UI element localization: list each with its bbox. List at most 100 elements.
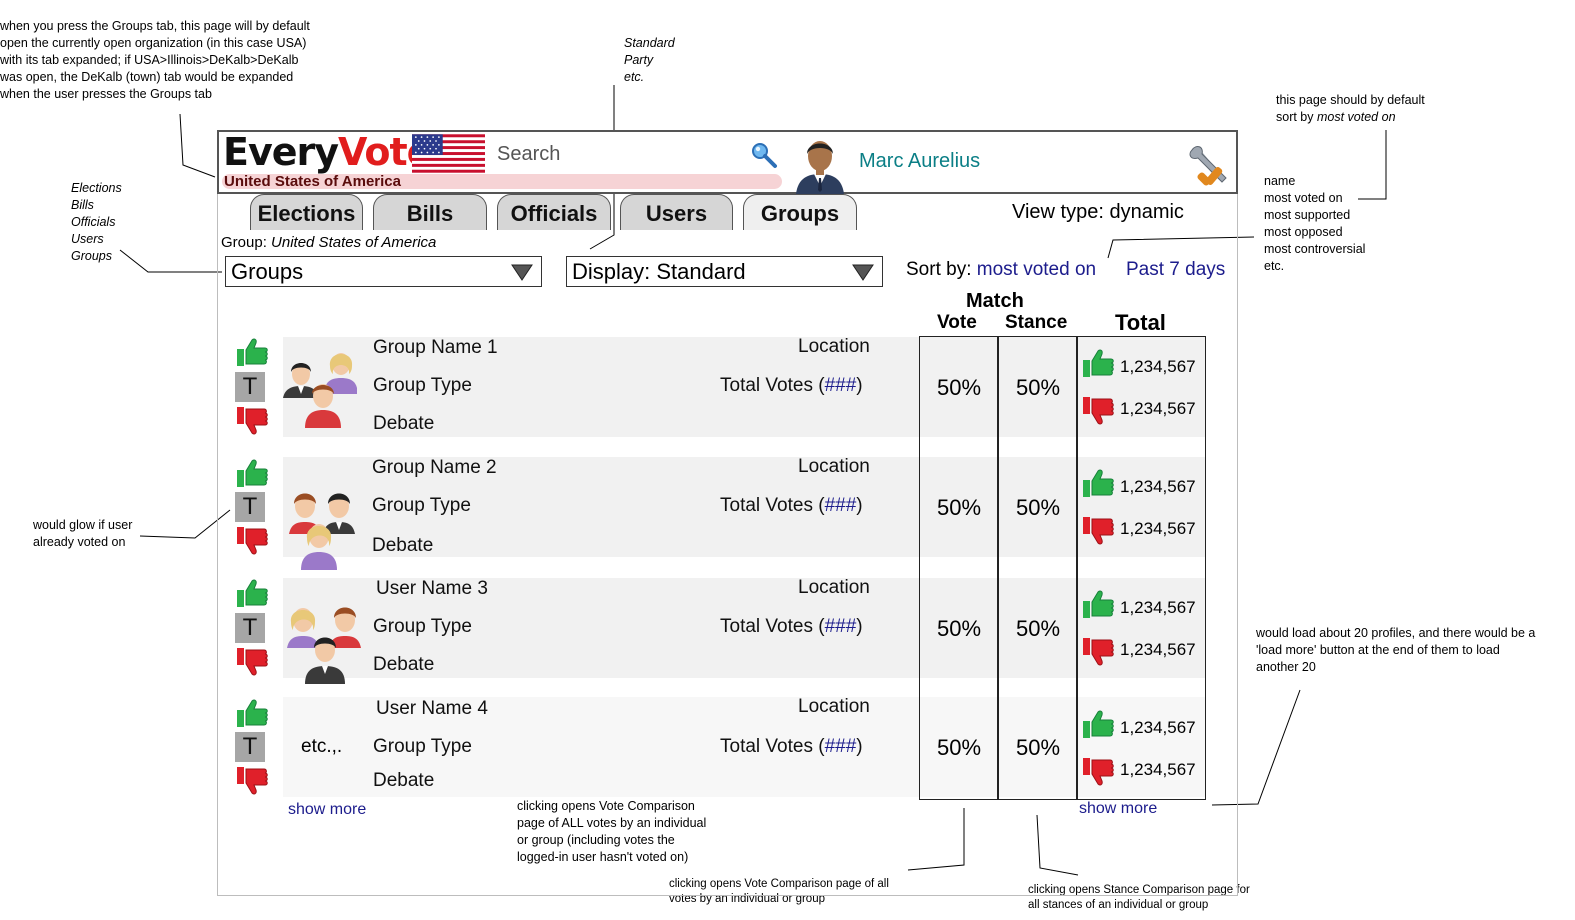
- group-type: Group Type: [372, 495, 471, 516]
- column-divider: [1076, 336, 1078, 800]
- group-avatar-image[interactable]: [283, 342, 359, 428]
- sort-by-select[interactable]: most voted on: [977, 259, 1096, 280]
- total-votes-label: Total Votes (: [720, 616, 825, 637]
- settings-tools-icon[interactable]: [1186, 142, 1232, 188]
- group-type: Group Type: [373, 616, 472, 637]
- thumbs-down-icon[interactable]: [235, 766, 269, 796]
- thumbs-down-icon[interactable]: [235, 647, 269, 677]
- tab-elections[interactable]: Elections: [250, 194, 363, 230]
- total-votes-link[interactable]: ###: [825, 375, 857, 396]
- note-line: would load about 20 profiles, and there …: [1256, 626, 1536, 640]
- thumbs-up-icon[interactable]: [235, 458, 269, 488]
- note-line: already voted on: [33, 535, 126, 549]
- groups-tab-note: when you press the Groups tab, this page…: [0, 18, 310, 103]
- logo-every: Every: [223, 130, 339, 174]
- stance-column-header[interactable]: Stance: [1005, 312, 1067, 334]
- tie-vote-button[interactable]: T: [235, 732, 265, 762]
- group-avatar-image[interactable]: [287, 598, 363, 684]
- everyvote-logo[interactable]: EveryVote: [223, 130, 432, 174]
- tab-users[interactable]: Users: [620, 194, 733, 230]
- tab-officials[interactable]: Officials: [497, 194, 611, 230]
- time-range-select[interactable]: Past 7 days: [1126, 259, 1225, 281]
- note-line: another 20: [1256, 660, 1316, 674]
- total-votes-link[interactable]: ###: [825, 616, 857, 637]
- display-select-value: Display: Standard: [572, 259, 746, 284]
- location-label: Location: [798, 456, 870, 477]
- note-line: Standard: [624, 36, 675, 50]
- total-votes-close: ): [856, 736, 863, 757]
- show-more-link[interactable]: show more: [1079, 800, 1157, 818]
- group-name-link[interactable]: Group Name 2: [372, 457, 497, 479]
- note-line: 'load more' button at the end of them to…: [1256, 643, 1500, 657]
- note-line: when the user presses the Groups tab: [0, 87, 212, 101]
- group-value[interactable]: United States of America: [271, 234, 436, 251]
- total-votes-label: Total Votes (: [720, 495, 825, 516]
- thumbs-up-icon[interactable]: [235, 698, 269, 728]
- thumbs-down-icon: [1083, 638, 1114, 666]
- group-sub-label: Debate: [372, 535, 434, 556]
- total-votes-label: Total Votes (: [720, 375, 825, 396]
- search-icon[interactable]: [749, 140, 779, 170]
- note-line: most controversial: [1264, 242, 1366, 256]
- note-line: Elections: [71, 181, 122, 195]
- display-options-note: Standard Party etc.: [624, 35, 675, 86]
- vote-match-percent[interactable]: 50%: [937, 616, 981, 642]
- total-votes-close: ): [856, 375, 863, 396]
- total-down-votes: 1,234,567: [1120, 399, 1196, 418]
- group-type: Group Type: [373, 375, 472, 396]
- tie-vote-button[interactable]: T: [235, 372, 265, 402]
- avatar[interactable]: [790, 134, 850, 194]
- total-up-votes: 1,234,567: [1120, 718, 1196, 737]
- thumbs-up-icon: [1083, 590, 1114, 618]
- note-line: most voted on: [1264, 191, 1343, 205]
- user-name-link[interactable]: User Name 4: [376, 698, 488, 720]
- group-avatar-image[interactable]: [283, 484, 359, 570]
- group-name-link[interactable]: Group Name 1: [373, 337, 498, 359]
- total-column-header[interactable]: Total: [1115, 310, 1166, 336]
- thumbs-down-icon[interactable]: [235, 406, 269, 436]
- stance-match-percent[interactable]: 50%: [1016, 616, 1060, 642]
- show-more-link[interactable]: show more: [288, 801, 366, 819]
- tab-bills[interactable]: Bills: [373, 194, 487, 230]
- vote-match-percent[interactable]: 50%: [937, 495, 981, 521]
- thumbs-up-icon: [1083, 710, 1114, 738]
- stance-match-percent[interactable]: 50%: [1016, 495, 1060, 521]
- total-votes: Total Votes (###): [720, 495, 863, 517]
- group-breadcrumb: Group: United States of America: [221, 234, 436, 251]
- glow-note: would glow if user already voted on: [33, 517, 132, 551]
- user-name-link[interactable]: Marc Aurelius: [859, 150, 980, 173]
- group-sub-label: Debate: [373, 413, 435, 434]
- view-type-toggle[interactable]: View type: dynamic: [1012, 201, 1184, 224]
- location-label: Location: [798, 336, 870, 357]
- total-votes-link[interactable]: ###: [825, 495, 857, 516]
- thumbs-up-icon: [1083, 469, 1114, 497]
- total-votes-link[interactable]: ###: [825, 736, 857, 757]
- note-line: Bills: [71, 198, 94, 212]
- tab-groups[interactable]: Groups: [743, 194, 857, 230]
- total-votes: Total Votes (###): [720, 736, 863, 758]
- tie-vote-button[interactable]: T: [235, 492, 265, 522]
- vote-match-percent[interactable]: 50%: [937, 375, 981, 401]
- thumbs-up-icon[interactable]: [235, 578, 269, 608]
- user-name-link[interactable]: User Name 3: [376, 578, 488, 600]
- filter-select[interactable]: Groups: [225, 256, 542, 287]
- tie-vote-button[interactable]: T: [235, 613, 265, 643]
- stance-match-percent[interactable]: 50%: [1016, 735, 1060, 761]
- app-header: EveryVote United States of America Searc…: [217, 130, 1238, 194]
- vote-column-header[interactable]: Vote: [937, 312, 977, 334]
- note-line: was open, the DeKalb (town) tab would be…: [0, 70, 294, 84]
- stance-match-percent[interactable]: 50%: [1016, 375, 1060, 401]
- note-line: when you press the Groups tab, this page…: [0, 19, 310, 33]
- thumbs-up-icon[interactable]: [235, 337, 269, 367]
- thumbs-down-icon[interactable]: [235, 526, 269, 556]
- filter-select-value: Groups: [231, 259, 304, 284]
- search-input[interactable]: Search: [497, 143, 560, 166]
- note-line: etc.: [1264, 259, 1285, 273]
- display-select[interactable]: Display: Standard: [566, 256, 883, 287]
- vote-match-percent[interactable]: 50%: [937, 735, 981, 761]
- sort-options-note: name most voted on most supported most o…: [1264, 173, 1365, 275]
- note-line: all stances of an individual or group: [1028, 899, 1209, 911]
- note-line: Groups: [71, 249, 112, 263]
- organization-name[interactable]: United States of America: [224, 173, 401, 190]
- total-up-votes: 1,234,567: [1120, 598, 1196, 617]
